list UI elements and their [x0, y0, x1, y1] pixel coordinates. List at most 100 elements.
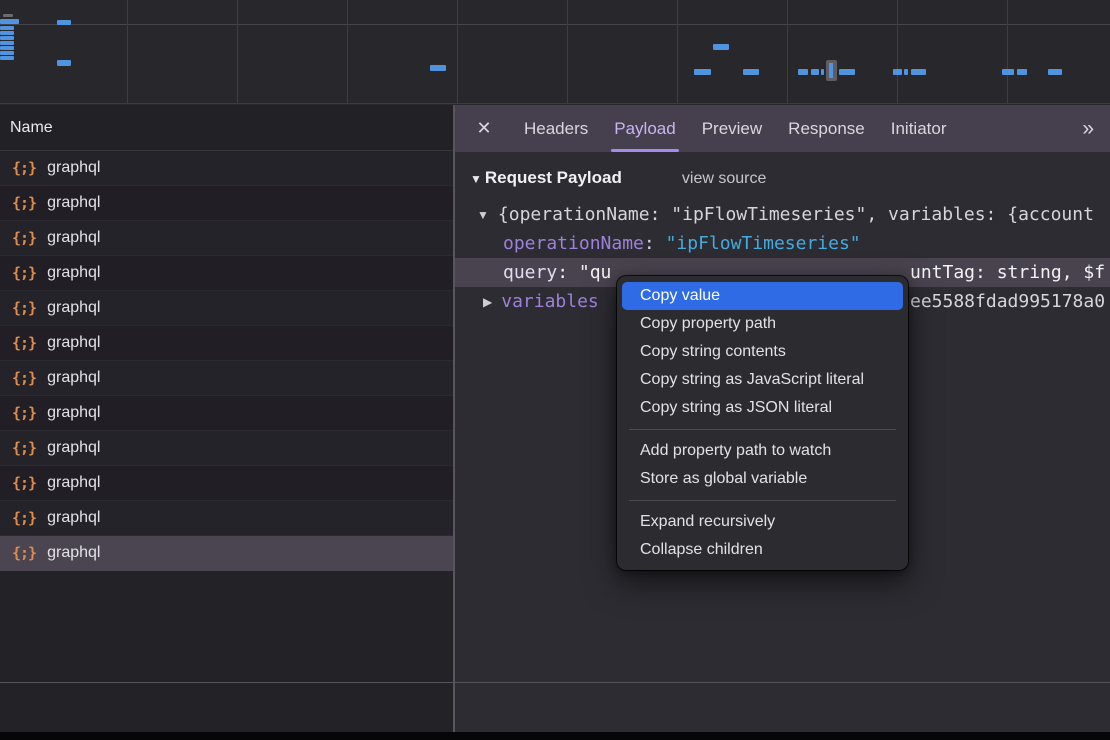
timeline-gridline — [237, 0, 238, 103]
tab-initiator[interactable]: Initiator — [878, 105, 960, 152]
request-timing-bar — [1017, 69, 1027, 75]
menu-item-copy-property-path[interactable]: Copy property path — [622, 310, 903, 338]
request-timing-bar — [904, 69, 908, 75]
json-braces-icon: {;} — [12, 509, 36, 527]
timeline-gridline — [897, 0, 898, 103]
menu-item-store-as-global-variable[interactable]: Store as global variable — [622, 465, 903, 493]
menu-separator — [629, 429, 896, 430]
section-expand-icon[interactable]: ▼ — [470, 172, 482, 186]
request-timing-bar — [1002, 69, 1014, 75]
request-name: graphql — [47, 544, 100, 562]
property-key: operationName — [503, 233, 644, 254]
menu-item-copy-value[interactable]: Copy value — [622, 282, 903, 310]
detail-tabs: HeadersPayloadPreviewResponseInitiator — [511, 105, 959, 152]
expand-icon[interactable]: ▼ — [477, 201, 489, 229]
property-value-right-fragment: untTag: string, $f — [910, 258, 1105, 287]
json-braces-icon: {;} — [12, 369, 36, 387]
request-timing-bar — [0, 51, 14, 55]
view-source-link[interactable]: view source — [682, 170, 766, 188]
request-timing-bar — [821, 69, 824, 75]
timeline-gridline — [457, 0, 458, 103]
menu-item-add-property-path-to-watch[interactable]: Add property path to watch — [622, 437, 903, 465]
request-timing-bar — [0, 41, 14, 45]
tab-payload[interactable]: Payload — [601, 105, 688, 152]
tab-headers[interactable]: Headers — [511, 105, 601, 152]
json-braces-icon: {;} — [12, 439, 36, 457]
key-value-separator: : — [557, 262, 579, 283]
tab-preview[interactable]: Preview — [689, 105, 775, 152]
tab-response[interactable]: Response — [775, 105, 878, 152]
table-row[interactable]: {;}graphql — [0, 361, 453, 396]
json-braces-icon: {;} — [12, 299, 36, 317]
timeline-gridline — [567, 0, 568, 103]
request-timing-bar — [0, 26, 14, 30]
close-icon[interactable]: ✕ — [469, 118, 499, 139]
request-name: graphql — [47, 439, 100, 457]
request-timing-bar — [0, 46, 14, 50]
json-braces-icon: {;} — [12, 159, 36, 177]
root-object-preview: {operationName: "ipFlowTimeseries", vari… — [498, 204, 1094, 225]
network-overview-timeline[interactable] — [0, 0, 1110, 104]
menu-item-copy-string-as-json-literal[interactable]: Copy string as JSON literal — [622, 394, 903, 422]
request-name: graphql — [47, 159, 100, 177]
timeline-gridline — [787, 0, 788, 103]
table-row[interactable]: {;} graphql — [0, 466, 453, 501]
menu-item-copy-string-contents[interactable]: Copy string contents — [622, 338, 903, 366]
request-timing-bar — [694, 69, 711, 75]
name-column-header[interactable]: Name — [0, 105, 453, 151]
context-menu: Copy valueCopy property pathCopy string … — [617, 276, 908, 570]
tree-row-root[interactable]: ▼ {operationName: "ipFlowTimeseries", var… — [455, 200, 1110, 229]
table-row[interactable]: {;}graphql — [0, 186, 453, 221]
request-timing-bar — [0, 36, 14, 40]
more-tabs-icon[interactable]: » — [1082, 117, 1092, 141]
selected-request-marker — [826, 60, 837, 81]
request-timing-bar — [811, 69, 819, 75]
collapsed-icon[interactable]: ▶ — [483, 288, 492, 316]
variables-preview-fragment: ee5588fdad995178a0 — [910, 287, 1105, 316]
panes: Name {;}graphql{;}graphql{;}graphql{;}gr… — [0, 105, 1110, 740]
table-row[interactable]: {;} graphql — [0, 221, 453, 256]
request-timing-bar — [1048, 69, 1062, 75]
table-row[interactable]: {;} graphql — [0, 536, 453, 571]
request-name: graphql — [47, 509, 100, 527]
menu-separator — [629, 500, 896, 501]
json-braces-icon: {;} — [12, 474, 36, 492]
request-timing-bar — [743, 69, 759, 75]
request-timing-bar — [0, 19, 19, 24]
request-name: graphql — [47, 474, 100, 492]
tree-row-operation-name[interactable]: operationName: "ipFlowTimeseries" — [455, 229, 1110, 258]
json-braces-icon: {;} — [12, 334, 36, 352]
selected-request-bar — [829, 63, 833, 78]
timeline-gridline — [347, 0, 348, 103]
table-row[interactable]: {;}graphql — [0, 256, 453, 291]
request-list: {;} graphql {;} graphql {;} graphql {;} graphql… — [0, 151, 453, 740]
property-value-left-fragment: "qu — [579, 262, 612, 283]
timeline-gridline — [677, 0, 678, 103]
property-key: query — [503, 262, 557, 283]
request-timing-bar — [57, 20, 71, 25]
request-name: graphql — [47, 229, 100, 247]
overview-horizontal-rule — [0, 24, 1110, 25]
table-row[interactable]: {;}graphql — [0, 326, 453, 361]
request-payload-section[interactable]: ▼ Request Payload view source — [470, 168, 1110, 188]
table-row[interactable]: {;}graphql — [0, 291, 453, 326]
request-timing-bar — [839, 69, 855, 75]
json-braces-icon: {;} — [12, 264, 36, 282]
request-table: Name {;}graphql{;}graphql{;}graphql{;}gr… — [0, 105, 453, 740]
devtools-network-panel: Name {;}graphql{;}graphql{;}graphql{;}gr… — [0, 0, 1110, 740]
window-bottom-edge — [0, 732, 1110, 740]
request-timing-bar — [430, 65, 446, 71]
menu-item-copy-string-as-javascript-literal[interactable]: Copy string as JavaScript literal — [622, 366, 903, 394]
menu-item-expand-recursively[interactable]: Expand recursively — [622, 508, 903, 536]
json-braces-icon: {;} — [12, 229, 36, 247]
table-row[interactable]: {;} graphql — [0, 431, 453, 466]
request-timing-bar — [3, 14, 13, 17]
json-braces-icon: {;} — [12, 544, 36, 562]
menu-item-collapse-children[interactable]: Collapse children — [622, 536, 903, 564]
request-timing-bar — [893, 69, 902, 75]
table-row[interactable]: {;}graphql — [0, 396, 453, 431]
table-row[interactable]: {;} graphql — [0, 501, 453, 536]
summary-bar-divider — [0, 682, 1110, 683]
request-timing-bar — [798, 69, 808, 75]
table-row[interactable]: {;} graphql — [0, 151, 453, 186]
